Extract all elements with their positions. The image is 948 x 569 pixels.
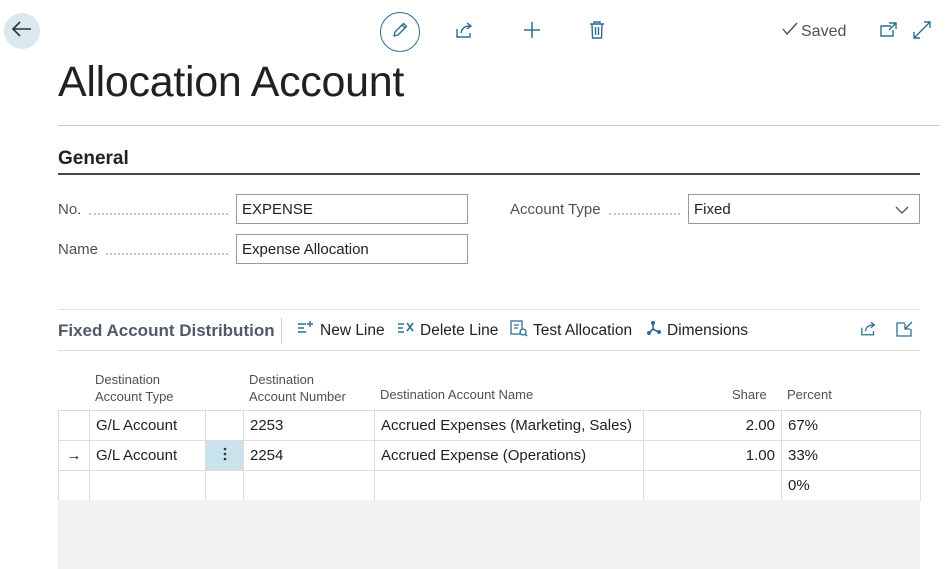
cell-share[interactable]: 1.00: [643, 440, 782, 471]
cell-row-menu[interactable]: [205, 410, 244, 441]
cell-account-type[interactable]: G/L Account: [89, 440, 206, 471]
row-indicator: →: [58, 440, 90, 471]
account-type-select[interactable]: Fixed: [688, 194, 920, 224]
cell-account-name: Accrued Expense (Operations): [374, 440, 644, 471]
general-section-heading[interactable]: General: [58, 148, 129, 170]
distribution-grid: G/L Account 2253 Accrued Expenses (Marke…: [58, 410, 921, 501]
dimensions-label: Dimensions: [667, 321, 748, 339]
distribution-title[interactable]: Fixed Account Distribution: [58, 321, 275, 341]
open-in-new-window-icon: [879, 21, 897, 43]
page-title: Allocation Account: [58, 58, 404, 106]
grid-empty-area: [58, 500, 920, 569]
distribution-share-button[interactable]: [857, 319, 881, 343]
delete-line-action[interactable]: Delete Line: [397, 320, 498, 341]
column-header-line: Destination: [249, 372, 315, 387]
cell-share[interactable]: 2.00: [643, 410, 782, 441]
cell-percent: 33%: [781, 440, 921, 471]
share-icon: [860, 320, 878, 342]
pencil-icon: [391, 21, 409, 44]
cell-percent: 67%: [781, 410, 921, 441]
edit-button[interactable]: [380, 12, 420, 52]
open-new-window-button[interactable]: [876, 20, 900, 44]
row-indicator: [58, 470, 90, 501]
cell-account-number[interactable]: 2254: [243, 440, 375, 471]
action-separator: [281, 318, 282, 344]
test-allocation-label: Test Allocation: [533, 322, 633, 339]
name-field-input[interactable]: Expense Allocation: [236, 234, 468, 264]
cell-account-name: Accrued Expenses (Marketing, Sales): [374, 410, 644, 441]
back-arrow-icon: [11, 20, 32, 42]
delete-button[interactable]: [585, 20, 609, 44]
table-row[interactable]: 0%: [58, 470, 921, 501]
chevron-down-icon: [895, 201, 909, 218]
trash-icon: [589, 20, 605, 44]
no-field-input[interactable]: EXPENSE: [236, 194, 468, 224]
delete-line-label: Delete Line: [420, 321, 499, 339]
label-leader-dots: [89, 212, 228, 215]
vertical-ellipsis-icon: [223, 447, 227, 465]
column-header-destination-account-number[interactable]: Destination Account Number: [249, 371, 346, 405]
cell-row-menu[interactable]: [205, 470, 244, 501]
label-leader-dots: [608, 212, 680, 215]
account-type-field-label: Account Type: [510, 201, 688, 218]
cell-account-number[interactable]: 2253: [243, 410, 375, 441]
account-type-value: Fixed: [694, 200, 731, 218]
back-button[interactable]: [4, 13, 40, 49]
no-field-label: No.: [58, 201, 236, 218]
delete-line-icon: [397, 320, 415, 341]
name-label-text: Name: [58, 241, 99, 258]
share-icon: [455, 21, 475, 44]
column-header-line: Account Number: [249, 389, 346, 404]
label-leader-dots: [106, 252, 228, 255]
collapse-icon: [895, 321, 913, 342]
general-section-divider: [58, 173, 920, 175]
column-header-destination-account-name[interactable]: Destination Account Name: [380, 386, 533, 403]
row-actions-menu-button[interactable]: [205, 440, 244, 471]
plus-icon: [522, 20, 542, 45]
name-field-label: Name: [58, 241, 236, 258]
new-line-action[interactable]: New Line: [297, 320, 385, 341]
new-line-label: New Line: [320, 321, 385, 339]
share-button[interactable]: [453, 20, 477, 44]
no-label-text: No.: [58, 201, 82, 218]
column-header-line: Account Type: [95, 389, 174, 404]
cell-account-type[interactable]: [89, 470, 206, 501]
column-header-percent[interactable]: Percent: [787, 386, 832, 403]
test-allocation-icon: [510, 320, 528, 342]
table-row[interactable]: G/L Account 2253 Accrued Expenses (Marke…: [58, 410, 921, 441]
dimensions-action[interactable]: Dimensions: [646, 320, 748, 341]
dimensions-icon: [646, 320, 662, 341]
cell-share[interactable]: [643, 470, 782, 501]
cell-percent: 0%: [781, 470, 921, 501]
new-line-icon: [297, 320, 315, 341]
column-header-destination-account-type[interactable]: Destination Account Type: [95, 371, 174, 405]
distribution-collapse-button[interactable]: [892, 319, 916, 343]
column-header-line: Destination: [95, 372, 161, 387]
column-header-share[interactable]: Share: [732, 386, 767, 403]
saved-label: Saved: [801, 22, 847, 40]
title-divider: [58, 125, 940, 126]
new-button[interactable]: [520, 20, 544, 44]
account-type-label-text: Account Type: [510, 201, 601, 218]
checkmark-icon: [782, 22, 798, 41]
saved-status: Saved: [782, 22, 846, 41]
test-allocation-action[interactable]: Test Allocation: [510, 320, 632, 342]
expand-button[interactable]: [910, 20, 934, 44]
row-indicator: [58, 410, 90, 441]
cell-account-name: [374, 470, 644, 501]
table-row[interactable]: → G/L Account 2254 Accrued Expense (Oper…: [58, 440, 921, 471]
cell-account-number[interactable]: [243, 470, 375, 501]
cell-account-type[interactable]: G/L Account: [89, 410, 206, 441]
distribution-header-divider: [58, 350, 920, 351]
expand-icon: [913, 20, 931, 44]
distribution-top-divider: [58, 309, 920, 310]
